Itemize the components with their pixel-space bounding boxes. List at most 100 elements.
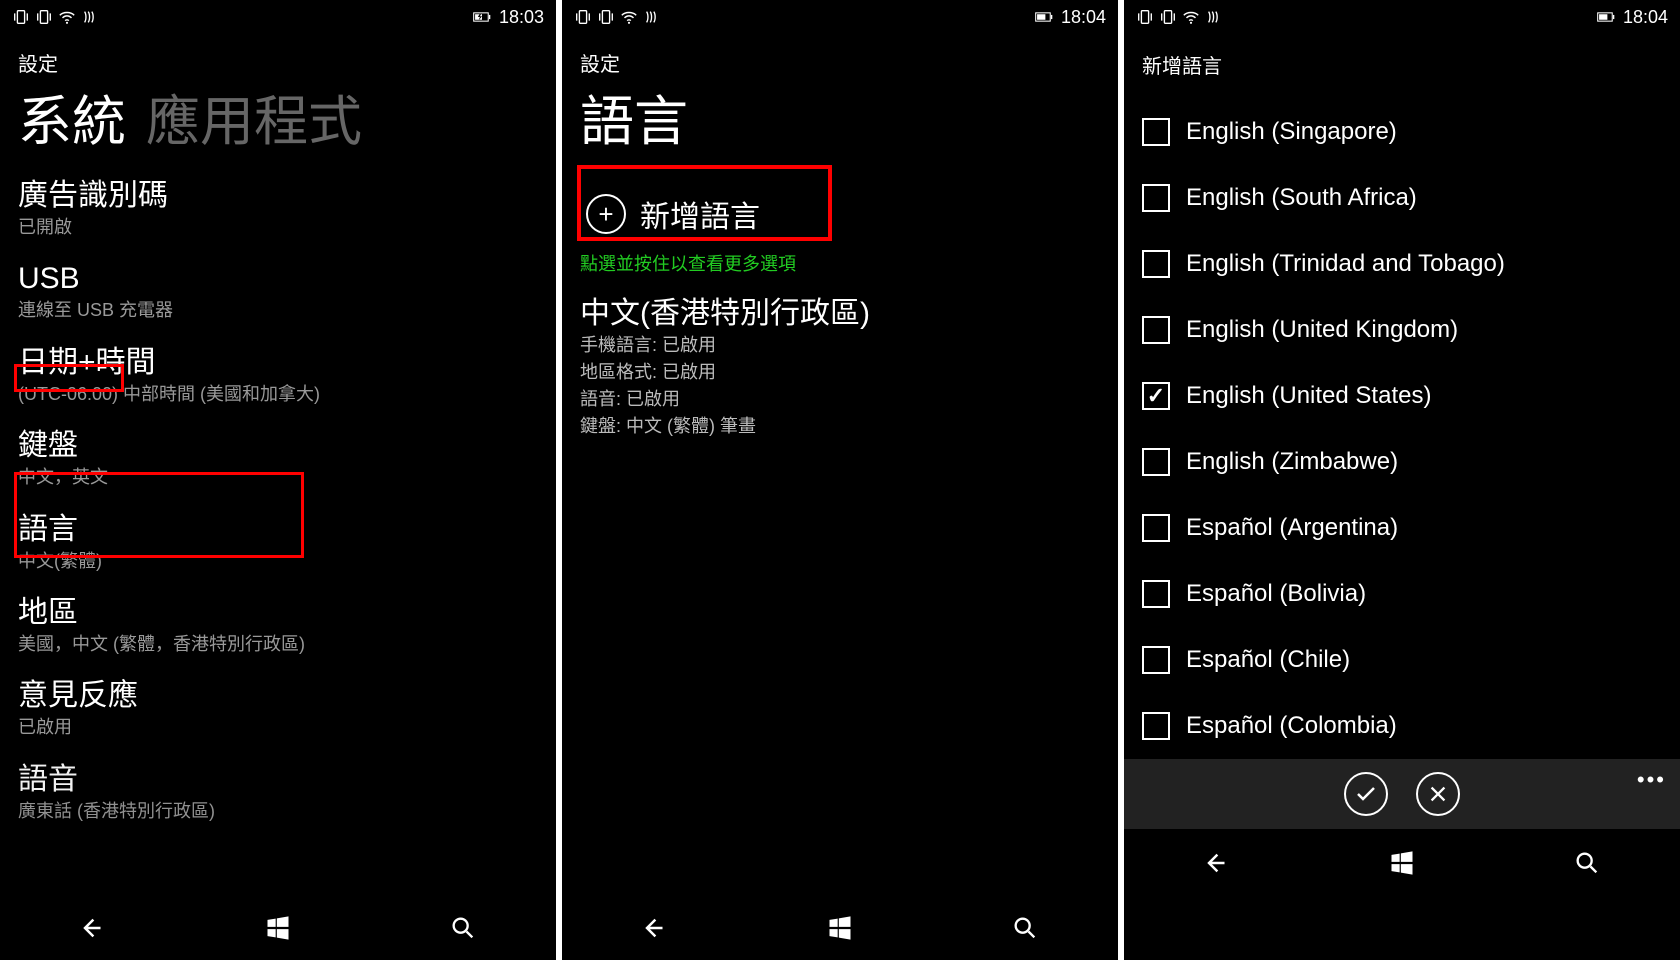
- setting-title: 意見反應: [18, 678, 538, 714]
- language-name: 中文(香港特別行政區): [580, 288, 1100, 332]
- wifi-icon: [58, 8, 76, 26]
- language-detail: 手機語言: 已啟用: [580, 332, 1100, 359]
- language-option-label: English (South Africa): [1186, 184, 1417, 212]
- annotation-highlight: [577, 165, 832, 241]
- language-option-label: Español (Colombia): [1186, 712, 1397, 740]
- language-list[interactable]: English (Singapore) English (South Africa…: [1124, 79, 1680, 759]
- setting-subtitle: 已開啟: [18, 216, 538, 239]
- page-title: 語言: [562, 77, 1118, 166]
- language-option-label: English (Zimbabwe): [1186, 448, 1398, 476]
- status-bar: 18:04: [1124, 0, 1680, 34]
- search-button[interactable]: [1567, 843, 1607, 883]
- sync-icon: [81, 8, 99, 26]
- language-option[interactable]: English (Zimbabwe): [1142, 429, 1662, 495]
- search-button[interactable]: [443, 908, 483, 948]
- start-button[interactable]: [258, 908, 298, 948]
- setting-title: 鍵盤: [18, 428, 538, 464]
- language-option[interactable]: Español (Colombia): [1142, 693, 1662, 759]
- language-option[interactable]: English (United States): [1142, 363, 1662, 429]
- phone-screen-system-settings: 18:03 設定 系統 應用程式 廣告識別碼 已開啟 USB 連線至 USB 充…: [0, 0, 556, 960]
- nav-bar: [0, 894, 556, 960]
- language-option-label: English (United States): [1186, 382, 1431, 410]
- back-button[interactable]: [635, 908, 675, 948]
- tab-system[interactable]: 系統: [18, 77, 126, 156]
- checkbox-icon[interactable]: [1142, 250, 1170, 278]
- checkbox-icon[interactable]: [1142, 448, 1170, 476]
- setting-title: 語音: [18, 762, 538, 798]
- language-option-label: Español (Bolivia): [1186, 580, 1366, 608]
- language-option-label: Español (Chile): [1186, 646, 1350, 674]
- page-header-small: 設定: [0, 34, 556, 77]
- annotation-highlight: [14, 472, 304, 558]
- setting-title: USB: [18, 261, 538, 297]
- setting-subtitle: 連線至 USB 充電器: [18, 299, 538, 322]
- language-option[interactable]: Español (Bolivia): [1142, 561, 1662, 627]
- setting-speech[interactable]: 語音 廣東話 (香港特別行政區): [18, 752, 538, 835]
- search-button[interactable]: [1005, 908, 1045, 948]
- confirm-button[interactable]: [1344, 772, 1388, 816]
- more-button[interactable]: •••: [1637, 767, 1666, 793]
- vibrate-icon: [1136, 8, 1154, 26]
- status-time: 18:03: [499, 7, 544, 28]
- language-content: + 新增語言 點選並按住以查看更多選項 中文(香港特別行政區) 手機語言: 已啟…: [562, 166, 1118, 894]
- back-button[interactable]: [73, 908, 113, 948]
- checkbox-icon[interactable]: [1142, 646, 1170, 674]
- checkbox-icon[interactable]: [1142, 580, 1170, 608]
- wifi-icon: [1182, 8, 1200, 26]
- vibrate-icon: [35, 8, 53, 26]
- setting-advertising-id[interactable]: 廣告識別碼 已開啟: [18, 168, 538, 251]
- language-option[interactable]: English (South Africa): [1142, 165, 1662, 231]
- nav-bar: [562, 894, 1118, 960]
- language-detail: 鍵盤: 中文 (繁體) 筆畫: [580, 413, 1100, 440]
- language-option-label: Español (Argentina): [1186, 514, 1398, 542]
- language-detail: 地區格式: 已啟用: [580, 359, 1100, 386]
- status-time: 18:04: [1061, 7, 1106, 28]
- page-header-small: 設定: [562, 34, 1118, 77]
- checkbox-icon[interactable]: [1142, 316, 1170, 344]
- cancel-button[interactable]: [1416, 772, 1460, 816]
- status-time: 18:04: [1623, 7, 1668, 28]
- checkbox-icon[interactable]: [1142, 514, 1170, 542]
- phone-screen-language-settings: 18:04 設定 語言 + 新增語言 點選並按住以查看更多選項 中文(香港特別行…: [562, 0, 1118, 960]
- setting-title: 地區: [18, 595, 538, 631]
- annotation-highlight: [14, 364, 124, 392]
- setting-feedback[interactable]: 意見反應 已啟用: [18, 668, 538, 751]
- wifi-icon: [620, 8, 638, 26]
- nav-bar: [1124, 829, 1680, 895]
- vibrate-icon: [597, 8, 615, 26]
- checkbox-icon[interactable]: [1142, 712, 1170, 740]
- page-title: 新增語言: [1124, 34, 1680, 79]
- language-option[interactable]: English (United Kingdom): [1142, 297, 1662, 363]
- start-button[interactable]: [820, 908, 860, 948]
- battery-charging-icon: [473, 8, 491, 26]
- setting-subtitle: 廣東話 (香港特別行政區): [18, 800, 538, 823]
- checkbox-icon[interactable]: [1142, 118, 1170, 146]
- checkbox-icon[interactable]: [1142, 382, 1170, 410]
- status-bar: 18:03: [0, 0, 556, 34]
- language-option[interactable]: Español (Chile): [1142, 627, 1662, 693]
- tab-apps[interactable]: 應用程式: [146, 77, 362, 156]
- setting-usb[interactable]: USB 連線至 USB 充電器: [18, 251, 538, 334]
- language-entry[interactable]: 中文(香港特別行政區) 手機語言: 已啟用 地區格式: 已啟用 語音: 已啟用 …: [580, 284, 1100, 440]
- vibrate-icon: [574, 8, 592, 26]
- language-option-label: English (United Kingdom): [1186, 316, 1458, 344]
- pivot-tabs: 系統 應用程式: [0, 77, 556, 162]
- start-button[interactable]: [1382, 843, 1422, 883]
- setting-title: 廣告識別碼: [18, 178, 538, 214]
- back-button[interactable]: [1197, 843, 1237, 883]
- language-option[interactable]: English (Trinidad and Tobago): [1142, 231, 1662, 297]
- hint-text: 點選並按住以查看更多選項: [580, 246, 1100, 284]
- battery-icon: [1597, 8, 1615, 26]
- sync-icon: [1205, 8, 1223, 26]
- checkbox-icon[interactable]: [1142, 184, 1170, 212]
- battery-icon: [1035, 8, 1053, 26]
- setting-subtitle: 美國，中文 (繁體，香港特別行政區): [18, 633, 538, 656]
- setting-subtitle: 已啟用: [18, 716, 538, 739]
- sync-icon: [643, 8, 661, 26]
- language-option[interactable]: Español (Argentina): [1142, 495, 1662, 561]
- phone-screen-add-language: 18:04 新增語言 English (Singapore)English (S…: [1124, 0, 1680, 960]
- language-detail: 語音: 已啟用: [580, 386, 1100, 413]
- vibrate-icon: [12, 8, 30, 26]
- language-option[interactable]: English (Singapore): [1142, 99, 1662, 165]
- setting-region[interactable]: 地區 美國，中文 (繁體，香港特別行政區): [18, 585, 538, 668]
